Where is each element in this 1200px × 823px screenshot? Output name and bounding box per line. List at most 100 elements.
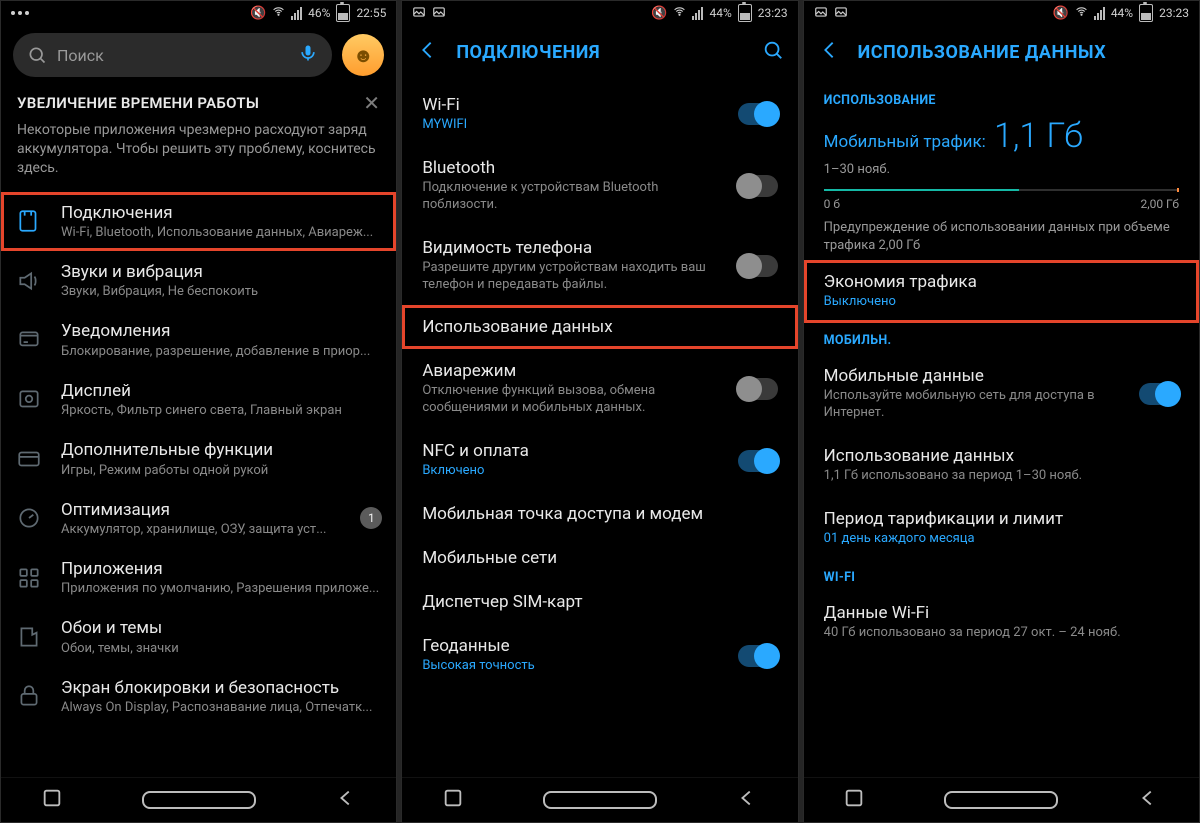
mobile-data-toggle[interactable] (1139, 383, 1179, 405)
row-data-usage[interactable]: Использование данных (402, 305, 797, 349)
search-icon[interactable] (762, 39, 784, 65)
back-icon[interactable] (818, 39, 840, 65)
row-title: Оптимизация (61, 500, 342, 520)
usage-range: 1–30 нояб. (824, 162, 1179, 177)
row-visibility[interactable]: Видимость телефонаРазрешите другим устро… (402, 226, 797, 306)
row-mobile-usage[interactable]: Использование данных 1,1 Гб использовано… (804, 434, 1199, 497)
row-lockscreen[interactable]: Экран блокировки и безопасность Always O… (1, 667, 396, 726)
row-mobile-data[interactable]: Мобильные данные Используйте мобильную с… (804, 354, 1199, 434)
row-bluetooth[interactable]: BluetoothПодключение к устройствам Bluet… (402, 146, 797, 226)
nfc-toggle[interactable] (738, 450, 778, 472)
recents-button[interactable] (41, 787, 63, 813)
row-mobile-networks[interactable]: Мобильные сети (402, 536, 797, 580)
bluetooth-toggle[interactable] (738, 175, 778, 197)
usage-summary[interactable]: Мобильный трафик: 1,1 Гб 1–30 нояб. 0 б … (804, 114, 1199, 219)
profile-avatar[interactable]: ☻ (342, 34, 384, 76)
row-wifi-data[interactable]: Данные Wi-Fi 40 Гб использовано за перио… (804, 591, 1199, 654)
row-sub: Высокая точность (422, 658, 723, 675)
row-optimization[interactable]: Оптимизация Аккумулятор, хранилище, ОЗУ,… (1, 489, 396, 548)
row-display[interactable]: Дисплей Яркость, Фильтр синего света, Гл… (1, 370, 396, 429)
row-wallpapers[interactable]: Обои и темы Обои, темы, значки (1, 607, 396, 666)
row-title: Обои и темы (61, 618, 382, 638)
row-title: Подключения (61, 203, 382, 223)
row-sub: 01 день каждого месяца (824, 531, 1179, 548)
status-bar: 🔇 44% 23:23 (402, 1, 797, 25)
home-button[interactable] (543, 791, 657, 809)
header: ИСПОЛЬЗОВАНИЕ ДАННЫХ (804, 25, 1199, 83)
row-sub: Приложения по умолчанию, Разрешения прил… (61, 581, 382, 596)
row-advanced[interactable]: Дополнительные функции Игры, Режим работ… (1, 429, 396, 488)
row-sub: Отключение функций вызова, обмена сообще… (422, 383, 723, 417)
back-button[interactable] (1137, 787, 1159, 813)
section-wifi: WI-FI (804, 560, 1199, 591)
wifi-icon (673, 5, 686, 21)
screen-data-usage: 🔇 44% 23:23 ИСПОЛЬЗОВАНИЕ ДАННЫХ ИСПОЛЬЗ… (803, 0, 1200, 823)
signal-icon (1094, 7, 1105, 20)
mute-icon: 🔇 (1053, 6, 1069, 21)
nav-bar (1, 777, 396, 822)
search-input[interactable]: Поиск (13, 33, 332, 77)
back-icon[interactable] (416, 39, 438, 65)
usage-max: 2,00 Гб (1140, 197, 1179, 211)
visibility-toggle[interactable] (738, 255, 778, 277)
display-icon (15, 386, 43, 414)
row-connections[interactable]: Подключения Wi-Fi, Bluetooth, Использова… (1, 192, 396, 251)
mic-icon[interactable] (298, 43, 318, 67)
wallpaper-icon (15, 623, 43, 651)
lock-icon (15, 682, 43, 710)
badge-count: 1 (360, 507, 382, 529)
clock: 23:23 (1159, 6, 1189, 20)
row-apps[interactable]: Приложения Приложения по умолчанию, Разр… (1, 548, 396, 607)
advanced-icon (15, 445, 43, 473)
battery-icon (738, 4, 752, 22)
back-button[interactable] (335, 787, 357, 813)
signal-icon (692, 7, 703, 20)
close-icon[interactable]: ✕ (363, 91, 380, 115)
header: ПОДКЛЮЧЕНИЯ (402, 25, 797, 83)
home-button[interactable] (944, 791, 1058, 809)
row-title: Видимость телефона (422, 238, 723, 258)
row-sub: Блокирование, разрешение, добавление в п… (61, 344, 382, 359)
row-hotspot[interactable]: Мобильная точка доступа и модем (402, 492, 797, 536)
row-location[interactable]: ГеоданныеВысокая точность (402, 624, 797, 687)
row-airplane[interactable]: АвиарежимОтключение функций вызова, обме… (402, 349, 797, 429)
settings-list: Подключения Wi-Fi, Bluetooth, Использова… (1, 192, 396, 727)
row-title: Период тарификации и лимит (824, 509, 1179, 529)
row-sub: Звуки, Вибрация, Не беспокоить (61, 284, 382, 299)
screenshot-icon (412, 5, 426, 22)
header-title: ПОДКЛЮЧЕНИЯ (456, 42, 600, 63)
back-button[interactable] (736, 787, 758, 813)
row-sim-manager[interactable]: Диспетчер SIM-карт (402, 580, 797, 624)
row-billing-cycle[interactable]: Период тарификации и лимит 01 день каждо… (804, 497, 1199, 560)
row-sub: Используйте мобильную сеть для доступа в… (824, 388, 1125, 422)
row-sub: Игры, Режим работы одной рукой (61, 463, 382, 478)
row-sub: Обои, темы, значки (61, 641, 382, 656)
airplane-toggle[interactable] (738, 378, 778, 400)
section-usage: ИСПОЛЬЗОВАНИЕ (804, 83, 1199, 114)
row-notifications[interactable]: Уведомления Блокирование, разрешение, до… (1, 310, 396, 369)
row-title: Диспетчер SIM-карт (422, 592, 777, 612)
row-wifi[interactable]: Wi-FiMYWIFI (402, 83, 797, 146)
search-icon (27, 45, 47, 65)
row-data-saver[interactable]: Экономия трафика Выключено (804, 260, 1199, 323)
row-sub: 1,1 Гб использовано за период 1–30 нояб. (824, 468, 1179, 485)
row-title: Мобильная точка доступа и модем (422, 504, 777, 524)
row-sub: Аккумулятор, хранилище, ОЗУ, защита уст.… (61, 522, 342, 537)
recents-button[interactable] (843, 787, 865, 813)
usage-warning: Предупреждение об использовании данных п… (804, 219, 1199, 260)
row-nfc[interactable]: NFC и оплатаВключено (402, 429, 797, 492)
clock: 22:55 (356, 6, 386, 20)
more-icon (11, 11, 29, 15)
row-sounds[interactable]: Звуки и вибрация Звуки, Вибрация, Не бес… (1, 251, 396, 310)
row-title: Дисплей (61, 381, 382, 401)
nav-bar (804, 777, 1199, 822)
location-toggle[interactable] (738, 645, 778, 667)
recents-button[interactable] (442, 787, 464, 813)
home-button[interactable] (142, 791, 256, 809)
row-sub: Always On Display, Распознавание лица, О… (61, 700, 382, 715)
row-sub: Разрешите другим устройствам находить ва… (422, 260, 723, 294)
battery-notice[interactable]: УВЕЛИЧЕНИЕ ВРЕМЕНИ РАБОТЫ ✕ Некоторые пр… (1, 85, 396, 192)
wifi-toggle[interactable] (738, 103, 778, 125)
sound-icon (15, 267, 43, 295)
wifi-icon (1075, 5, 1088, 21)
